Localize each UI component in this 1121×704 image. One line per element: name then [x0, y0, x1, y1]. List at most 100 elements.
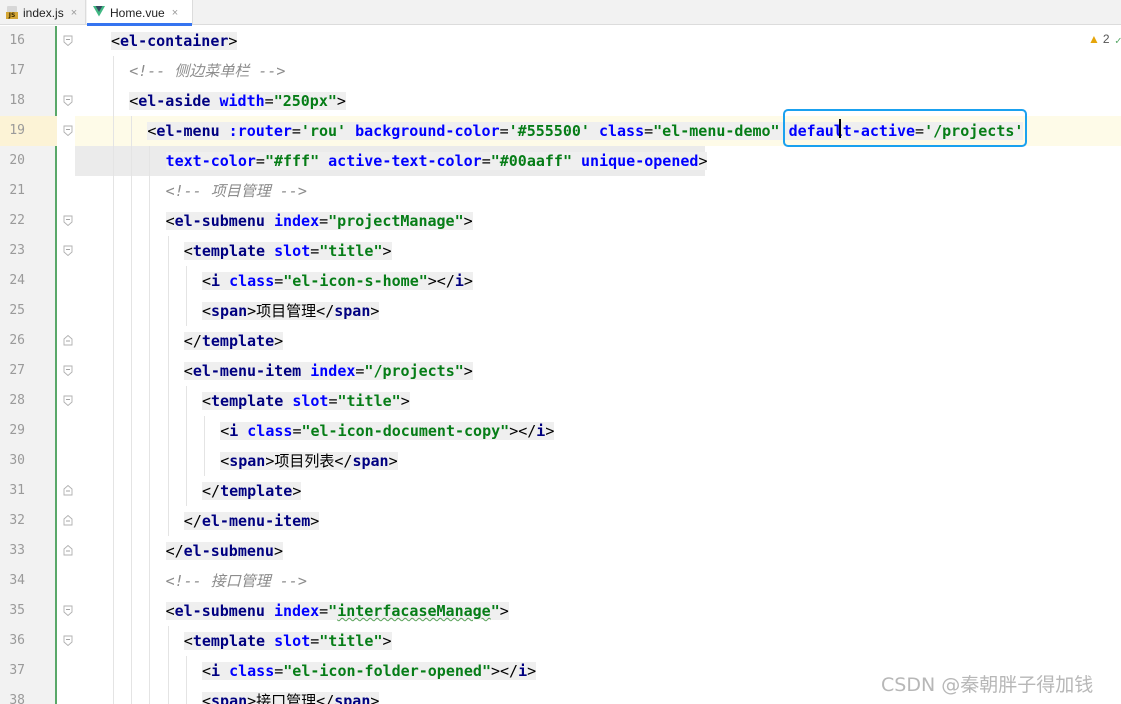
- code-line: 31 </template>: [0, 476, 1121, 506]
- code-token: class: [598, 122, 645, 140]
- editor-tab-bar: JS index.js × Home.vue ×: [0, 0, 1121, 26]
- fold-marker-icon[interactable]: [63, 215, 73, 226]
- fold-marker-icon[interactable]: [63, 245, 73, 256]
- code-token: "250px": [273, 92, 337, 110]
- code-text: <i class="el-icon-folder-opened"></i>: [202, 661, 537, 681]
- code-token: <: [202, 302, 212, 320]
- code-token: >: [274, 332, 284, 350]
- indent-guide: [185, 296, 187, 326]
- indent-guide: [149, 446, 151, 476]
- code-token: <: [183, 632, 193, 650]
- code-token: "el-icon-document-copy": [301, 422, 510, 440]
- code-token: >项目管理</: [247, 302, 335, 320]
- indent-guide: [113, 566, 114, 596]
- code-token: =: [499, 122, 509, 140]
- code-line: 17 <!-- 侧边菜单栏 -->: [0, 56, 1121, 86]
- code-token: 'rou': [300, 122, 356, 140]
- code-line: 20 text-color="#fff" active-text-color="#…: [0, 146, 1121, 176]
- indent-guide: [149, 356, 151, 386]
- fold-marker-icon[interactable]: [63, 95, 73, 106]
- line-number: 28: [9, 393, 25, 408]
- code-token: <: [220, 422, 230, 440]
- fold-marker-icon[interactable]: [63, 35, 73, 46]
- code-line: 23 <template slot="title">: [0, 236, 1121, 266]
- code-token: <!-- 侧边菜单栏 -->: [129, 62, 286, 80]
- tab-index-js[interactable]: JS index.js ×: [0, 0, 86, 25]
- indent-guide: [113, 296, 114, 326]
- code-token: ></: [491, 662, 519, 680]
- code-token: i: [211, 272, 230, 290]
- code-token: =: [310, 242, 320, 260]
- indent-guide: [167, 296, 169, 326]
- warning-count: 2: [1102, 32, 1110, 46]
- indent-guide: [113, 536, 114, 566]
- line-number: 19: [9, 123, 25, 138]
- fold-marker-icon[interactable]: [63, 335, 73, 346]
- indent-guide: [131, 176, 133, 206]
- code-token: >: [228, 32, 238, 50]
- line-number: 36: [9, 633, 25, 648]
- fold-marker-icon[interactable]: [63, 515, 73, 526]
- close-tab-icon[interactable]: ×: [71, 7, 77, 19]
- code-token: el-menu-item: [201, 512, 311, 530]
- code-line: 22 <el-submenu index="projectManage">: [0, 206, 1121, 236]
- code-text: </template>: [183, 331, 284, 351]
- indent-guide: [131, 656, 133, 686]
- indent-guide: [167, 686, 169, 704]
- indent-guide: [113, 146, 114, 176]
- checkmark-icon[interactable]: ✓: [1115, 34, 1121, 47]
- close-tab-icon[interactable]: ×: [172, 7, 178, 19]
- code-token: template: [192, 632, 275, 650]
- code-line: 28 <template slot="title">: [0, 386, 1121, 416]
- code-token: <: [202, 392, 212, 410]
- line-number: 16: [9, 33, 25, 48]
- code-text: <!-- 侧边菜单栏 -->: [129, 61, 285, 81]
- indent-guide: [149, 326, 151, 356]
- code-token: </: [202, 482, 221, 500]
- code-token: ": [328, 602, 338, 620]
- code-token: slot: [274, 632, 311, 650]
- fold-marker-icon[interactable]: [63, 605, 73, 616]
- code-token: "projectManage": [328, 212, 464, 230]
- code-token: >: [545, 422, 555, 440]
- code-line: 30 <span>项目列表</span>: [0, 446, 1121, 476]
- indent-guide: [131, 146, 133, 176]
- code-token: template: [220, 482, 293, 500]
- indent-guide: [131, 386, 133, 416]
- indent-guide: [113, 596, 114, 626]
- watermark: CSDN @秦朝胖子得加钱: [881, 674, 1094, 696]
- indent-guide: [185, 266, 187, 296]
- code-token: <: [183, 242, 193, 260]
- fold-marker-icon[interactable]: [63, 395, 73, 406]
- indent-guide: [167, 656, 169, 686]
- indent-guide: [149, 206, 151, 236]
- indent-guide: [204, 416, 205, 446]
- code-token: template: [211, 392, 293, 410]
- indent-guide: [113, 236, 114, 266]
- code-text: <template slot="title">: [183, 631, 392, 651]
- code-token: >项目列表</: [265, 452, 353, 470]
- code-text: </el-menu-item>: [183, 511, 320, 531]
- fold-marker-icon[interactable]: [63, 365, 73, 376]
- code-token: template: [201, 332, 275, 350]
- fold-marker-icon[interactable]: [63, 485, 73, 496]
- code-editor[interactable]: 16 <el-container> 17 <!-- 侧边菜单栏 --> 18 <el-as…: [0, 26, 1121, 704]
- indent-guide: [167, 476, 169, 506]
- code-token: text-color: [165, 152, 256, 170]
- fold-marker-icon[interactable]: [63, 635, 73, 646]
- inspection-widget[interactable]: ▲ 2: [1088, 32, 1110, 46]
- code-token: =: [319, 212, 329, 230]
- indent-guide: [185, 686, 187, 704]
- line-number: 35: [9, 603, 25, 618]
- indent-guide: [113, 356, 114, 386]
- fold-marker-icon[interactable]: [63, 545, 73, 556]
- fold-marker-icon[interactable]: [63, 125, 73, 136]
- indent-guide: [131, 536, 133, 566]
- code-text: </template>: [202, 481, 302, 501]
- code-token: interfacaseManage: [337, 602, 491, 620]
- code-token: =: [264, 92, 274, 110]
- code-token: template: [192, 242, 275, 260]
- indent-guide: [167, 446, 169, 476]
- code-token: span: [211, 302, 248, 320]
- tab-home-vue[interactable]: Home.vue ×: [87, 0, 193, 26]
